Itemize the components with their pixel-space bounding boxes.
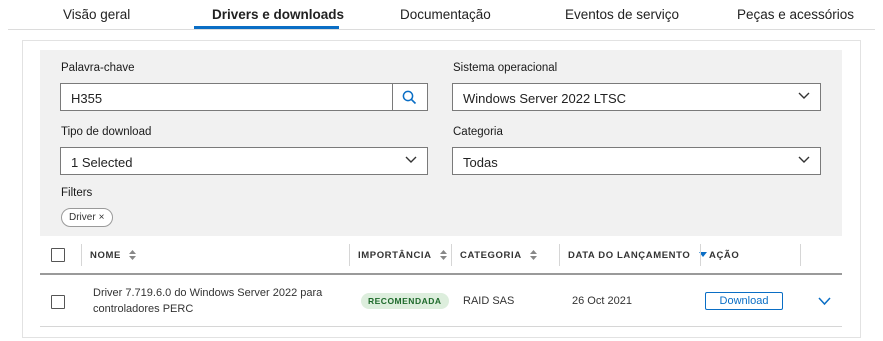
column-divider [800, 244, 801, 266]
filters-label: Filters [61, 187, 93, 199]
tab-documentation[interactable]: Documentação [400, 7, 491, 22]
chevron-down-icon[interactable] [818, 297, 831, 306]
column-divider [700, 244, 701, 266]
download-type-selected-value: 1 Selected [71, 155, 133, 170]
os-selected-value: Windows Server 2022 LTSC [463, 91, 627, 106]
category-label: Categoria [453, 126, 503, 138]
driver-name-line-1[interactable]: Driver 7.719.6.0 do Windows Server 2022 … [93, 287, 322, 299]
tab-bar: Visão geral Drivers e downloads Document… [0, 0, 883, 30]
keyword-field[interactable]: H355 [60, 83, 428, 111]
column-divider [81, 244, 82, 266]
os-label: Sistema operacional [453, 62, 558, 74]
sort-icon [129, 250, 137, 261]
sort-icon [529, 250, 537, 261]
filter-panel [40, 50, 842, 236]
column-divider [559, 244, 560, 266]
column-divider [349, 244, 350, 266]
keyword-label: Palavra-chave [61, 62, 135, 74]
tab-drivers-downloads[interactable]: Drivers e downloads [212, 7, 344, 22]
table-header-divider [40, 273, 842, 275]
tab-parts-accessories[interactable]: Peças e acessórios [737, 7, 854, 22]
tab-overview[interactable]: Visão geral [63, 7, 130, 22]
download-type-label: Tipo de download [61, 126, 152, 138]
select-all-checkbox[interactable] [51, 248, 65, 262]
row-divider [40, 326, 842, 327]
column-header-release-date-label: DATA DO LANÇAMENTO [568, 250, 691, 261]
row-checkbox[interactable] [51, 295, 65, 309]
close-icon[interactable]: × [99, 212, 105, 223]
chevron-down-icon [405, 156, 417, 163]
tab-service-events[interactable]: Eventos de serviço [565, 7, 679, 22]
search-icon [402, 90, 417, 105]
download-button[interactable]: Download [705, 292, 783, 310]
filter-chip-driver[interactable]: Driver × [61, 208, 113, 227]
tab-bar-divider [8, 29, 875, 30]
column-header-category[interactable]: CATEGORIA [460, 250, 537, 261]
column-header-name[interactable]: NOME [90, 250, 137, 261]
column-header-action: AÇÃO [709, 250, 740, 261]
driver-name-line-2[interactable]: controladores PERC [93, 303, 193, 315]
os-select[interactable]: Windows Server 2022 LTSC [452, 83, 821, 111]
importance-badge: RECOMENDADA [361, 293, 449, 309]
chevron-down-icon [798, 92, 810, 99]
column-divider [451, 244, 452, 266]
column-header-category-label: CATEGORIA [460, 250, 522, 261]
column-header-name-label: NOME [90, 250, 121, 261]
column-header-release-date[interactable]: DATA DO LANÇAMENTO [568, 250, 707, 261]
search-button[interactable] [392, 84, 427, 110]
column-header-importance-label: IMPORTÂNCIA [358, 250, 432, 261]
category-selected-value: Todas [463, 155, 498, 170]
chevron-down-icon [798, 156, 810, 163]
release-date-value: 26 Oct 2021 [572, 295, 632, 307]
keyword-input[interactable]: H355 [71, 91, 102, 106]
category-select[interactable]: Todas [452, 147, 821, 175]
filter-chip-label: Driver [69, 212, 96, 223]
sort-icon [439, 250, 447, 261]
category-value: RAID SAS [463, 295, 515, 307]
column-header-importance[interactable]: IMPORTÂNCIA [358, 250, 447, 261]
download-type-select[interactable]: 1 Selected [60, 147, 428, 175]
